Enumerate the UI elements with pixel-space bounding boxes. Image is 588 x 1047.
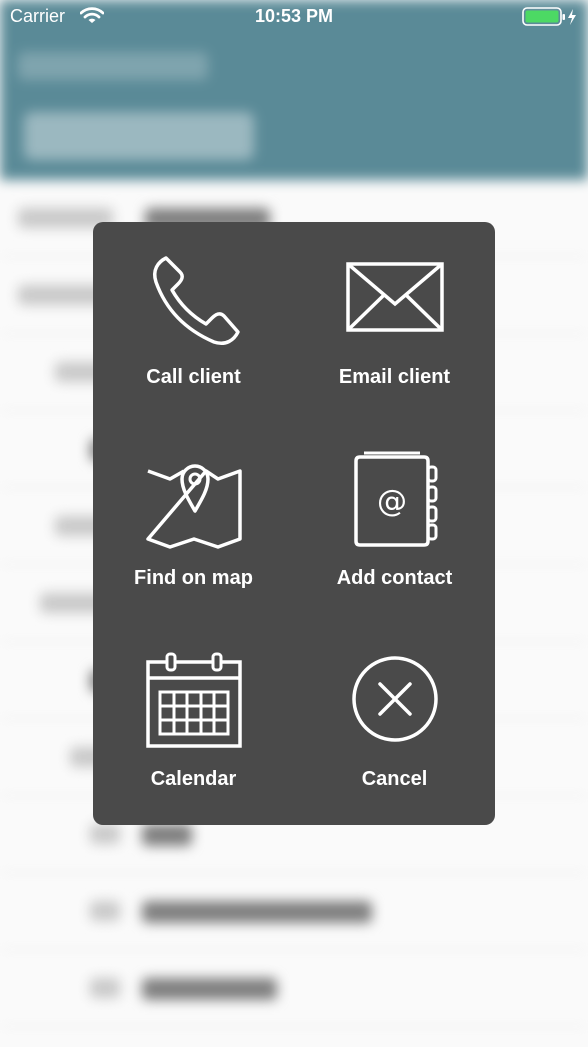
phone-icon: [93, 248, 294, 348]
clock: 10:53 PM: [254, 6, 334, 26]
envelope-icon: [294, 262, 495, 334]
page-title: [24, 112, 254, 160]
status-bar: Carrier 10:53 PM: [0, 0, 588, 34]
close-circle-icon: [294, 654, 495, 744]
find-on-map-button[interactable]: Find on map: [93, 423, 294, 624]
svg-text:@: @: [377, 484, 407, 519]
calendar-button[interactable]: Calendar: [93, 624, 294, 825]
action-panel: Call client Email client Find on map @ A…: [93, 222, 495, 825]
email-client-label: Email client: [338, 366, 451, 388]
find-on-map-label: Find on map: [134, 567, 253, 589]
list-item: [0, 950, 588, 1027]
call-client-button[interactable]: Call client: [93, 222, 294, 423]
back-button: [18, 52, 208, 80]
address-book-icon: @: [294, 449, 495, 549]
call-client-label: Call client: [146, 366, 241, 388]
cancel-label: Cancel: [361, 768, 428, 790]
battery-icon: [522, 6, 578, 33]
cancel-button[interactable]: Cancel: [294, 624, 495, 825]
calendar-label: Calendar: [150, 768, 237, 790]
calendar-icon: [93, 650, 294, 750]
add-contact-label: Add contact: [336, 567, 453, 589]
map-pin-icon: [93, 449, 294, 549]
add-contact-button[interactable]: @ Add contact: [294, 423, 495, 624]
list-item: [0, 873, 588, 950]
email-client-button[interactable]: Email client: [294, 222, 495, 423]
